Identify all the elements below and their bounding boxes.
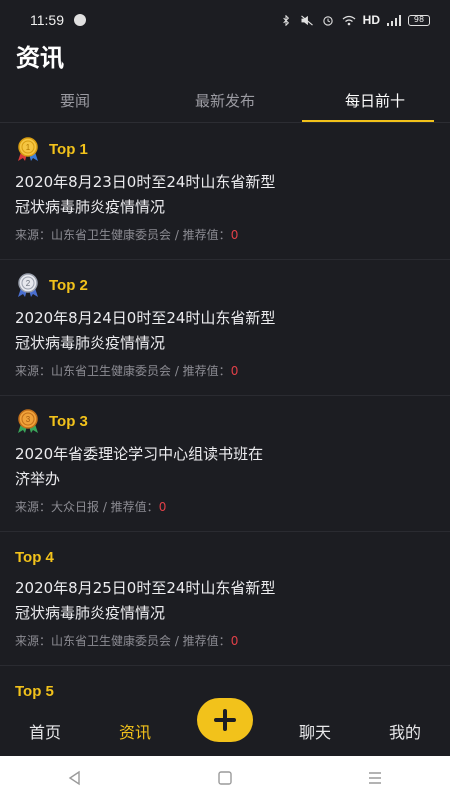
status-time: 11:59: [30, 12, 64, 28]
article-meta: 来源：山东省卫生健康委员会 / 推荐值：0: [15, 632, 435, 649]
bottom-nav: 首页 资讯 聊天 我的: [0, 698, 450, 756]
plus-icon: [214, 709, 236, 731]
rank-label: Top 3: [49, 412, 88, 430]
article-title[interactable]: 2020年8月23日0时至24时山东省新型 冠状病毒肺炎疫情情况: [15, 170, 435, 220]
status-bar: 11:59 HD 98: [0, 0, 450, 40]
bluetooth-icon: [282, 14, 289, 26]
page-title: 资讯: [16, 44, 64, 72]
recommend-score: 0: [230, 364, 239, 378]
rank-label: Top 1: [49, 140, 88, 158]
silver-medal-icon: 2: [18, 273, 38, 297]
article-meta: 来源：山东省卫生健康委员会 / 推荐值：0: [15, 362, 435, 379]
nav-home[interactable]: 首页: [0, 719, 90, 743]
svg-text:2: 2: [26, 279, 31, 288]
rank-row: Top 4: [15, 546, 435, 568]
mute-icon: [300, 14, 313, 26]
tabs-divider: [0, 122, 450, 123]
back-icon[interactable]: [67, 770, 83, 786]
list-item[interactable]: 1 Top 1 2020年8月23日0时至24时山东省新型 冠状病毒肺炎疫情情况…: [0, 136, 450, 260]
article-title[interactable]: 2020年8月24日0时至24时山东省新型 冠状病毒肺炎疫情情况: [15, 306, 435, 356]
menu-icon[interactable]: [367, 770, 383, 786]
article-title-line: 2020年8月24日0时至24时山东省新型: [15, 309, 276, 327]
svg-text:3: 3: [26, 415, 31, 424]
wifi-icon: [342, 15, 356, 25]
article-source: 来源：山东省卫生健康委员会 / 推荐值：: [15, 634, 231, 648]
svg-text:1: 1: [26, 143, 31, 152]
home-icon[interactable]: [217, 770, 233, 786]
nav-chat[interactable]: 聊天: [270, 719, 360, 743]
article-title-line: 济举办: [15, 470, 61, 488]
article-title-line: 2020年8月23日0时至24时山东省新型: [15, 173, 276, 191]
article-title-line: 冠状病毒肺炎疫情情况: [15, 604, 166, 622]
article-title-line: 2020年省委理论学习中心组读书班在: [15, 445, 264, 463]
system-nav-bar: [0, 756, 450, 800]
article-meta: 来源：大众日报 / 推荐值：0: [15, 498, 435, 515]
rank-row: 1 Top 1: [15, 136, 435, 162]
article-meta: 来源：山东省卫生健康委员会 / 推荐值：0: [15, 226, 435, 243]
article-source: 来源：山东省卫生健康委员会 / 推荐值：: [15, 364, 231, 378]
nav-news[interactable]: 资讯: [90, 719, 180, 743]
article-source: 来源：大众日报 / 推荐值：: [15, 500, 159, 514]
battery-icon: 98: [408, 14, 430, 26]
article-title[interactable]: 2020年8月25日0时至24时山东省新型 冠状病毒肺炎疫情情况: [15, 576, 435, 626]
list-item[interactable]: 3 Top 3 2020年省委理论学习中心组读书班在 济举办 来源：大众日报 /…: [0, 408, 450, 532]
recommend-score: 0: [158, 500, 167, 514]
article-source: 来源：山东省卫生健康委员会 / 推荐值：: [15, 228, 231, 242]
list-item[interactable]: Top 4 2020年8月25日0时至24时山东省新型 冠状病毒肺炎疫情情况 来…: [0, 546, 450, 666]
article-title-line: 2020年8月25日0时至24时山东省新型: [15, 579, 276, 597]
article-list[interactable]: 1 Top 1 2020年8月23日0时至24时山东省新型 冠状病毒肺炎疫情情况…: [0, 124, 450, 706]
article-title-line: 冠状病毒肺炎疫情情况: [15, 198, 166, 216]
status-icons: HD 98: [279, 13, 430, 27]
gold-medal-icon: 1: [18, 137, 38, 161]
add-button[interactable]: [197, 698, 253, 742]
nav-mine[interactable]: 我的: [360, 719, 450, 743]
bronze-medal-icon: 3: [18, 409, 38, 433]
globe-icon: [74, 14, 86, 26]
rank-label: Top 5: [15, 682, 54, 700]
rank-label: Top 4: [15, 548, 54, 566]
recommend-score: 0: [230, 228, 239, 242]
nav-add-container: [180, 698, 270, 742]
recommend-score: 0: [230, 634, 239, 648]
tab-headlines[interactable]: 要闻: [0, 82, 150, 122]
network-type: HD: [362, 13, 380, 27]
rank-row: 3 Top 3: [15, 408, 435, 434]
article-title-line: 冠状病毒肺炎疫情情况: [15, 334, 166, 352]
tab-bar: 要闻 最新发布 每日前十: [0, 82, 450, 122]
alarm-icon: [322, 15, 333, 26]
tab-latest[interactable]: 最新发布: [150, 82, 300, 122]
tab-daily-top-ten[interactable]: 每日前十: [300, 82, 450, 122]
signal-icon: [387, 14, 401, 26]
rank-row: 2 Top 2: [15, 272, 435, 298]
battery-level: 98: [413, 15, 425, 24]
rank-label: Top 2: [49, 276, 88, 294]
list-item[interactable]: 2 Top 2 2020年8月24日0时至24时山东省新型 冠状病毒肺炎疫情情况…: [0, 272, 450, 396]
article-title[interactable]: 2020年省委理论学习中心组读书班在 济举办: [15, 442, 435, 492]
